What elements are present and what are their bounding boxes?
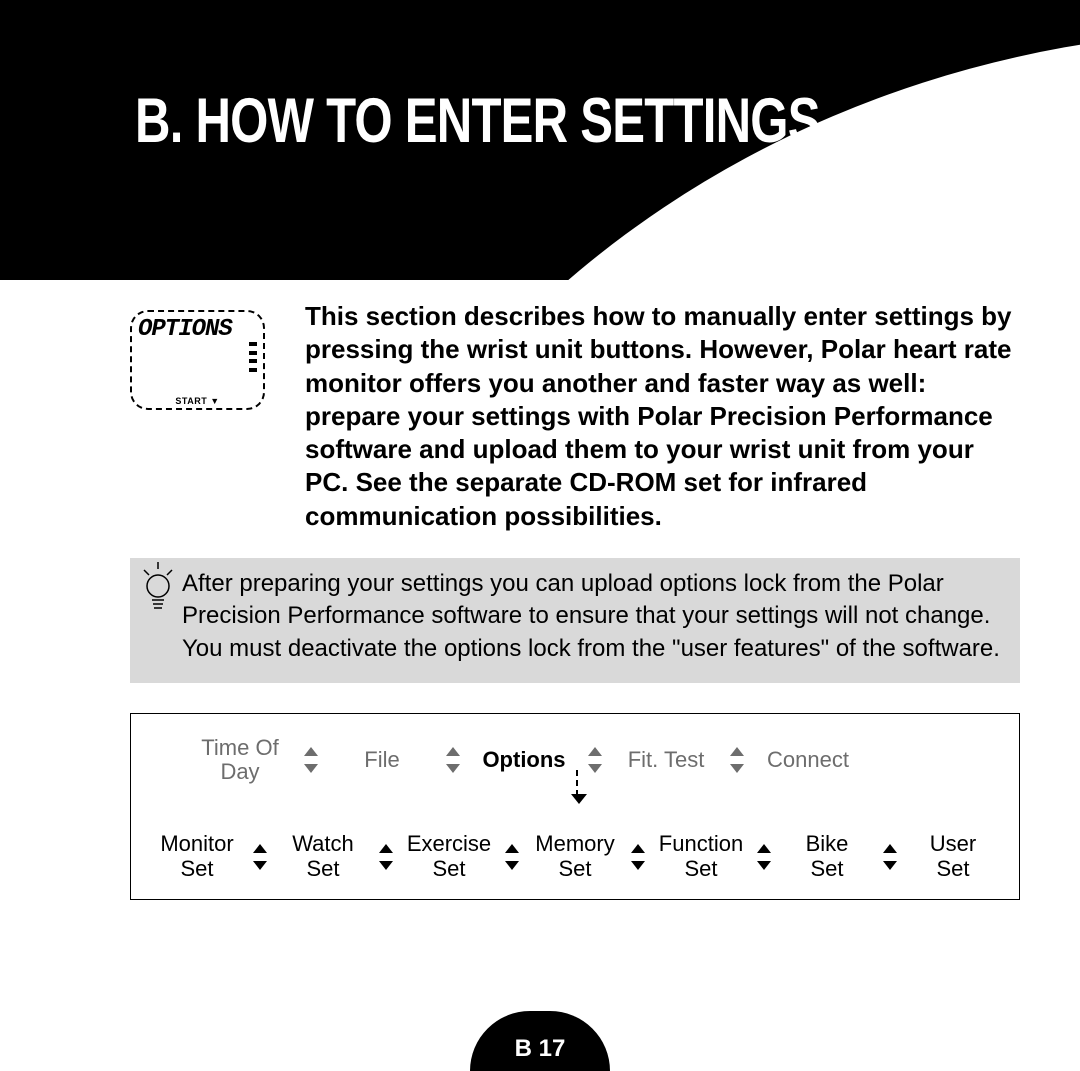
updown-icon — [757, 844, 771, 870]
page-title: B. HOW TO ENTER SETTINGS — [135, 85, 820, 157]
updown-icon — [304, 747, 318, 773]
nav-item-fit-test: Fit. Test — [612, 748, 720, 772]
watch-start-label: START ▼ — [175, 396, 219, 406]
nav-row-bottom: MonitorSet WatchSet ExerciseSet MemorySe… — [151, 832, 999, 880]
nav-item-exercise-set: ExerciseSet — [403, 832, 495, 880]
lightbulb-icon — [138, 562, 178, 619]
nav-item-file: File — [328, 748, 436, 772]
nav-item-memory-set: MemorySet — [529, 832, 621, 880]
updown-icon — [588, 747, 602, 773]
updown-icon — [505, 844, 519, 870]
nav-item-function-set: FunctionSet — [655, 832, 747, 880]
nav-item-watch-set: WatchSet — [277, 832, 369, 880]
nav-item-bike-set: BikeSet — [781, 832, 873, 880]
dashed-down-arrow-icon — [576, 770, 578, 796]
nav-item-options: Options — [470, 748, 578, 772]
watch-display: OPTIONS START ▼ — [130, 310, 265, 410]
intro-text: This section describes how to manually e… — [305, 300, 1020, 533]
nav-item-user-set: UserSet — [907, 832, 999, 880]
nav-item-time-of-day: Time OfDay — [186, 736, 294, 784]
updown-icon — [883, 844, 897, 870]
watch-display-text: OPTIONS — [138, 316, 232, 343]
nav-diagram: Time OfDay File Options Fit. Test Connec… — [130, 713, 1020, 900]
header-swoop: B. HOW TO ENTER SETTINGS — [0, 0, 1080, 280]
nav-item-connect: Connect — [754, 748, 862, 772]
intro-row: OPTIONS START ▼ This section describes h… — [130, 300, 1020, 533]
nav-item-monitor-set: MonitorSet — [151, 832, 243, 880]
updown-icon — [631, 844, 645, 870]
updown-icon — [730, 747, 744, 773]
tip-box: After preparing your settings you can up… — [130, 558, 1020, 683]
updown-icon — [379, 844, 393, 870]
updown-icon — [253, 844, 267, 870]
updown-icon — [446, 747, 460, 773]
tip-text: After preparing your settings you can up… — [182, 568, 1000, 665]
content: OPTIONS START ▼ This section describes h… — [130, 300, 1020, 900]
nav-row-top: Time OfDay File Options Fit. Test Connec… — [186, 736, 999, 784]
page-number-tab: B 17 — [470, 1011, 610, 1071]
watch-bars-icon — [249, 342, 257, 372]
